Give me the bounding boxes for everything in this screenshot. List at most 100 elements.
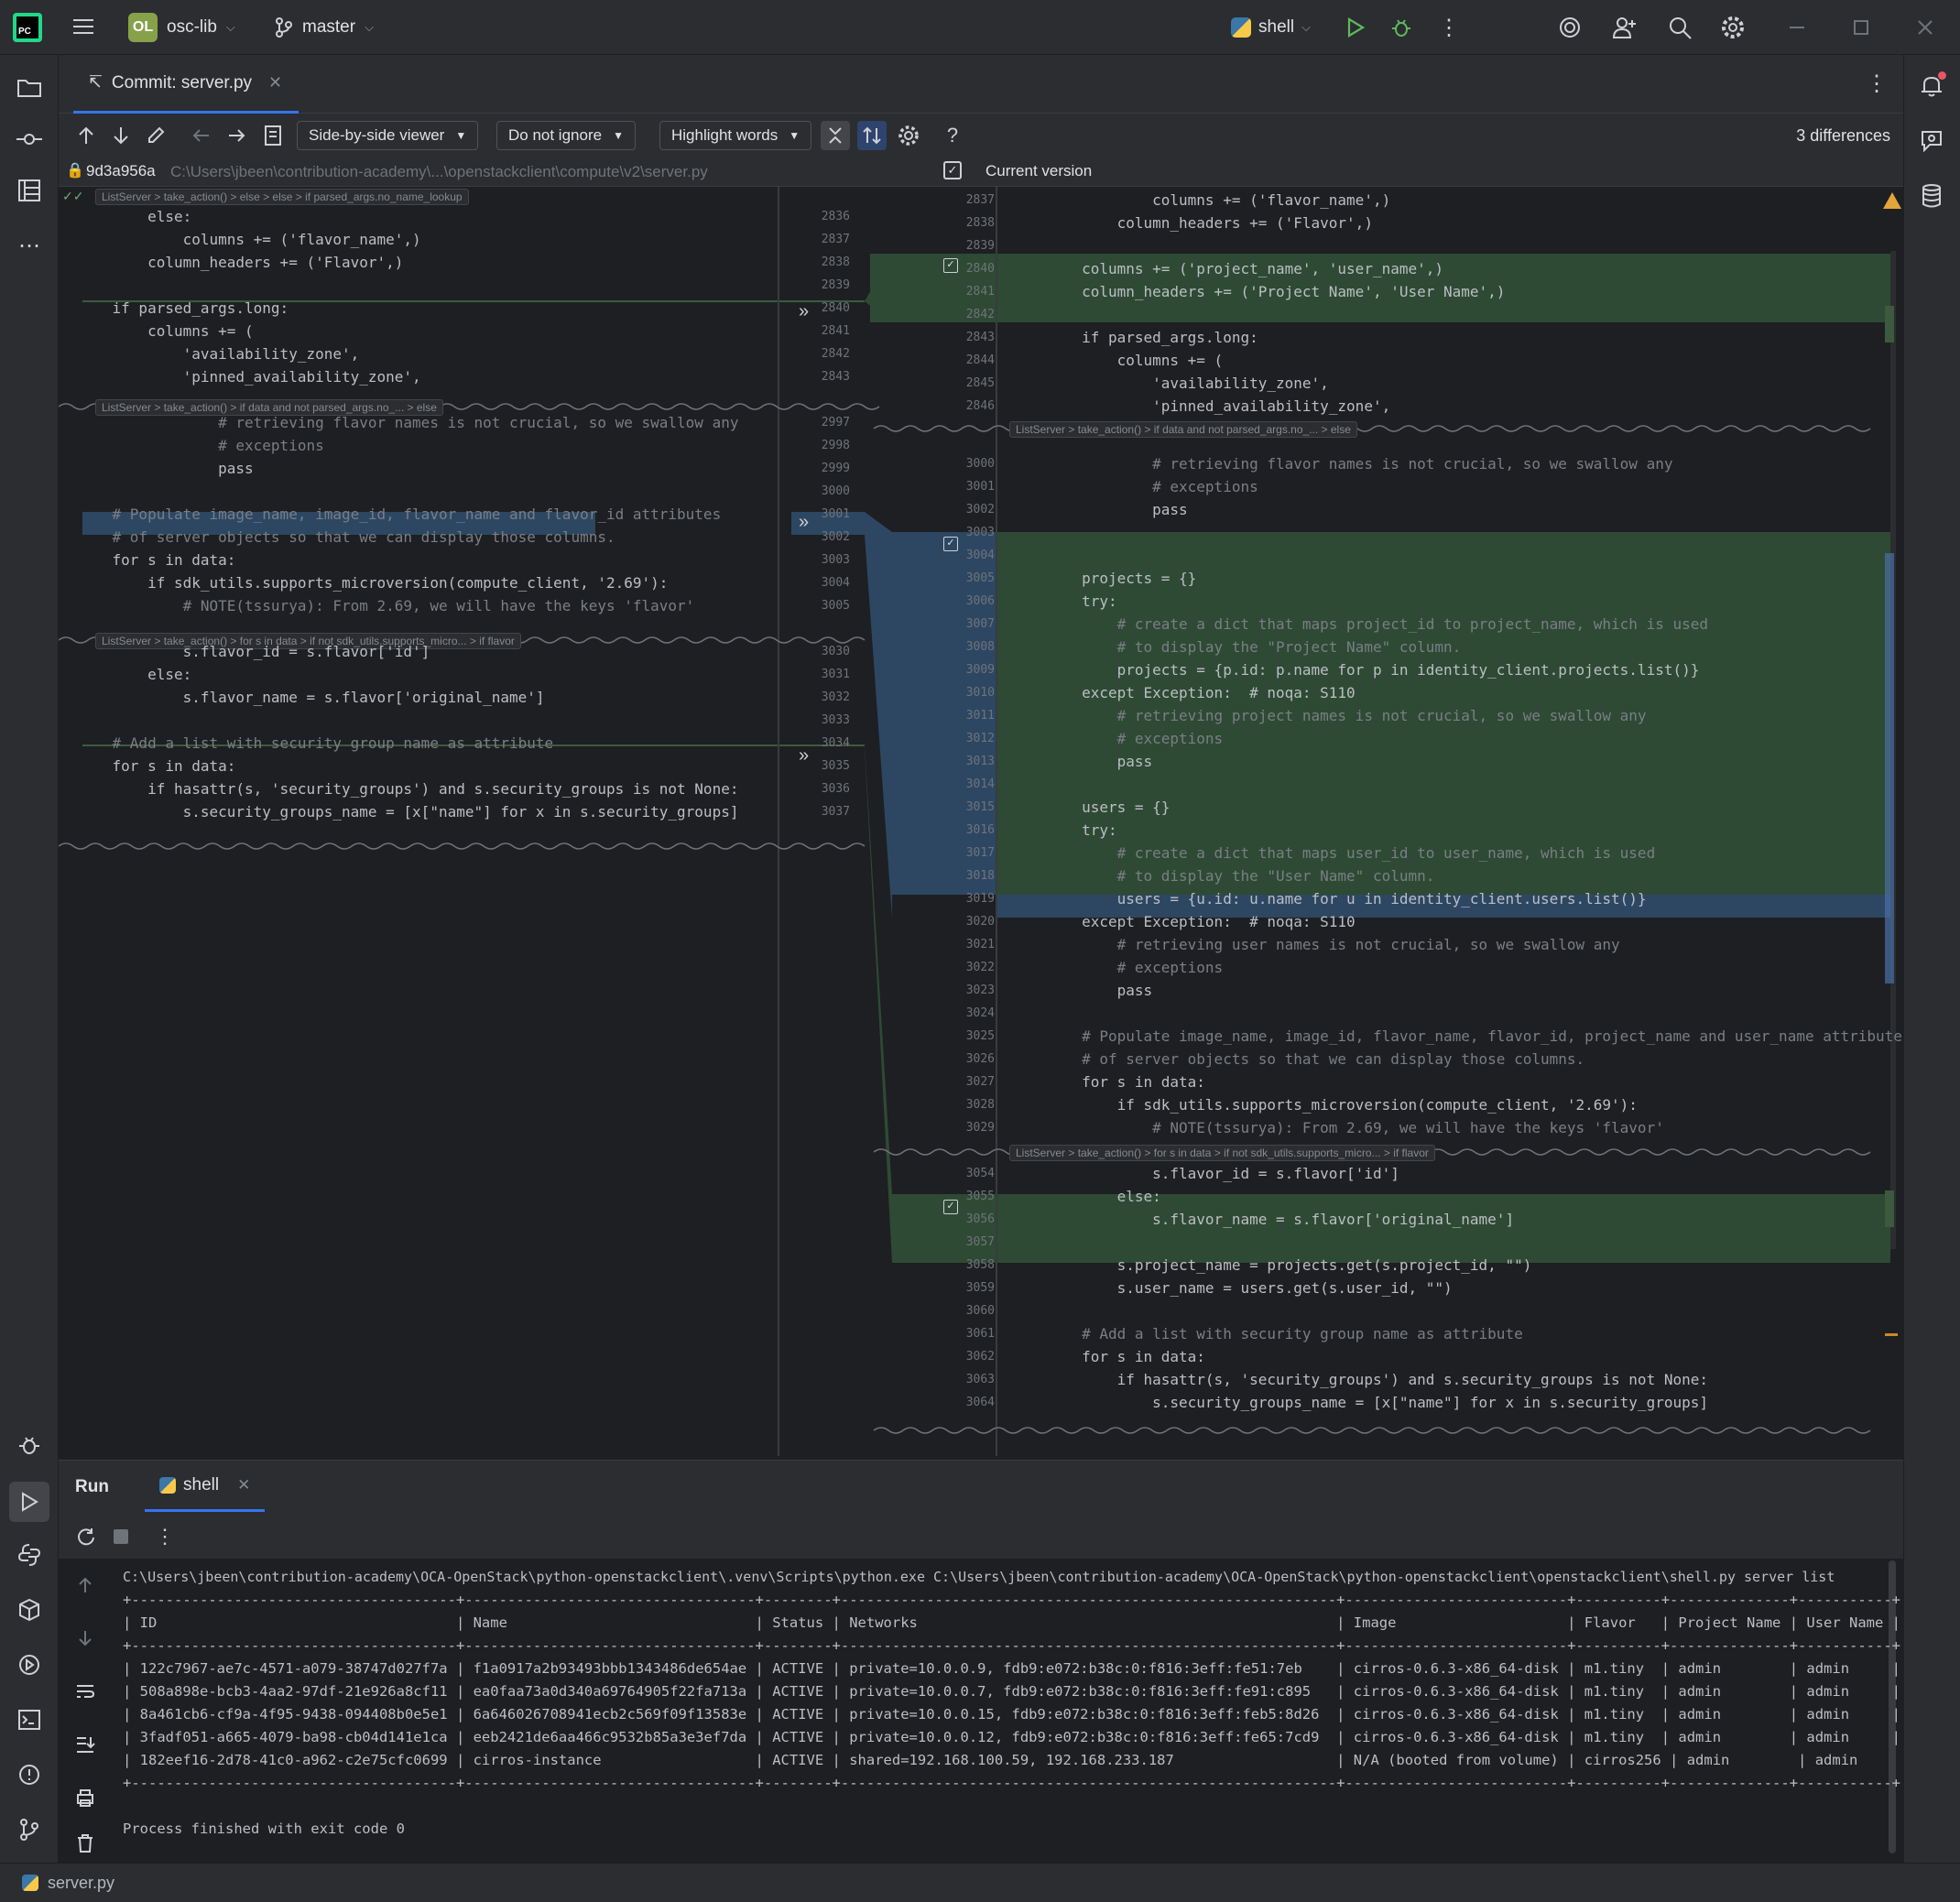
run-tool-window-header: Run shell ✕ xyxy=(59,1460,1903,1515)
right-line-number: 3060 xyxy=(965,1304,995,1318)
back-icon[interactable] xyxy=(187,121,216,150)
right-line-number: 3017 xyxy=(965,846,995,860)
add-user-icon[interactable] xyxy=(1608,11,1641,44)
left-line-number: 3037 xyxy=(821,805,850,819)
tab-more-icon[interactable]: ⋮ xyxy=(1861,68,1892,99)
close-tab-icon[interactable]: ✕ xyxy=(268,73,282,92)
main-menu-icon[interactable] xyxy=(68,11,99,42)
forward-icon[interactable] xyxy=(222,121,251,150)
search-icon[interactable] xyxy=(1663,11,1696,44)
tab-shell[interactable]: shell ✕ xyxy=(145,1461,266,1512)
run-console[interactable]: C:\Users\jbeen\contribution-academy\OCA-… xyxy=(59,1559,1903,1863)
more-vertical-icon[interactable]: ⋮ xyxy=(150,1522,180,1551)
left-code-line: for s in data: xyxy=(77,551,236,569)
next-difference-icon[interactable] xyxy=(106,121,136,150)
left-code-line: s.security_groups_name = [x["name"] for … xyxy=(77,803,739,821)
right-line-number: 3007 xyxy=(965,617,995,631)
right-line-number: 3010 xyxy=(965,686,995,700)
right-line-number: 3055 xyxy=(965,1190,995,1203)
trash-icon[interactable] xyxy=(71,1830,99,1857)
settings-gear-icon[interactable] xyxy=(1716,11,1749,44)
left-code-line: # retrieving flavor names is not crucial… xyxy=(77,414,739,431)
terminal-icon[interactable] xyxy=(13,1703,46,1736)
right-line-number: 3021 xyxy=(965,938,995,951)
soft-wrap-icon[interactable] xyxy=(71,1678,99,1705)
project-switcher[interactable]: OL osc-lib ⌵ xyxy=(128,13,235,42)
project-folder-icon[interactable] xyxy=(13,71,46,104)
close-window-icon[interactable] xyxy=(1909,11,1942,44)
prev-difference-icon[interactable] xyxy=(71,121,101,150)
right-line-number: 2841 xyxy=(965,285,995,299)
right-line-number: 3012 xyxy=(965,732,995,745)
branch-switcher[interactable]: master ⌵ xyxy=(275,13,374,42)
left-code-line: if parsed_args.long: xyxy=(77,299,289,317)
scroll-down-icon[interactable] xyxy=(71,1625,99,1652)
right-line-number: 3057 xyxy=(965,1235,995,1249)
right-code-line: projects = {p.id: p.name for p in identi… xyxy=(1011,661,1700,679)
viewer-mode-dropdown[interactable]: Side-by-side viewer ▼ xyxy=(297,121,479,150)
right-scope-breadcrumb[interactable]: ListServer > take_action() > if data and… xyxy=(1009,421,1357,438)
rerun-icon[interactable] xyxy=(71,1522,101,1551)
right-code-line: # Add a list with security group name as… xyxy=(1011,1325,1523,1342)
structure-icon[interactable] xyxy=(13,174,46,207)
right-code-line: 'availability_zone', xyxy=(1011,375,1329,392)
scroll-to-end-icon[interactable] xyxy=(71,1731,99,1758)
git-icon[interactable] xyxy=(13,1813,46,1846)
collapse-unchanged-icon[interactable] xyxy=(821,121,850,150)
left-scope-breadcrumb[interactable]: ListServer > take_action() > else > else… xyxy=(95,189,469,205)
console-line: | ID | Name | Status | Networks | Image … xyxy=(123,1614,1901,1631)
ai-chat-icon[interactable] xyxy=(1915,125,1948,158)
debug-icon[interactable] xyxy=(1387,13,1416,42)
right-code-line: # create a dict that maps project_id to … xyxy=(1011,615,1708,633)
scroll-up-icon[interactable] xyxy=(71,1571,99,1599)
run-tool-icon[interactable] xyxy=(9,1482,49,1522)
run-title: Run xyxy=(75,1477,109,1496)
right-code-line: # Populate image_name, image_id, flavor_… xyxy=(1011,1027,1903,1045)
left-line-number: 2838 xyxy=(821,255,850,269)
help-icon[interactable]: ? xyxy=(938,121,967,150)
ai-assistant-icon[interactable] xyxy=(1553,11,1586,44)
pycharm-logo-icon[interactable]: PC xyxy=(13,13,42,42)
run-config-selector[interactable]: shell ⌵ xyxy=(1231,13,1311,42)
python-console-icon[interactable] xyxy=(13,1538,46,1571)
dropdown-caret-icon: ▼ xyxy=(789,129,800,142)
show-file-icon[interactable] xyxy=(258,121,288,150)
right-code-line: # retrieving project names is not crucia… xyxy=(1011,707,1647,724)
commit-icon[interactable] xyxy=(13,123,46,156)
python-packages-icon[interactable] xyxy=(13,1593,46,1626)
close-tab-icon[interactable]: ✕ xyxy=(237,1476,250,1494)
right-code-line: s.user_name = users.get(s.user_id, "") xyxy=(1011,1279,1453,1297)
edit-source-icon[interactable] xyxy=(141,121,170,150)
stop-icon[interactable] xyxy=(106,1522,136,1551)
database-icon[interactable] xyxy=(1915,179,1948,212)
left-line-number: 3030 xyxy=(821,645,850,658)
console-line: | 8a461cb6-cf9a-4f95-9438-094408b0e5e1 |… xyxy=(123,1706,1901,1723)
run-icon[interactable] xyxy=(1341,13,1370,42)
whitespace-ignore-dropdown[interactable]: Do not ignore ▼ xyxy=(496,121,636,150)
right-line-number: 3062 xyxy=(965,1350,995,1364)
right-code-line: users = {u.id: u.name for u in identity_… xyxy=(1011,890,1647,908)
minimize-icon[interactable] xyxy=(1780,11,1813,44)
right-line-number: 2839 xyxy=(965,239,995,253)
tab-commit-server-py[interactable]: ↸ Commit: server.py ✕ xyxy=(73,55,299,114)
services-icon[interactable] xyxy=(13,1648,46,1681)
side-by-side-diff[interactable]: » » » ✓ ✓ ✓ ✓✓ ListServer > take_action(… xyxy=(59,187,1903,1456)
right-code-line: # exceptions xyxy=(1011,478,1258,495)
notifications-bell-icon[interactable] xyxy=(1915,70,1948,103)
right-line-number: 3002 xyxy=(965,503,995,516)
debug-tool-icon[interactable] xyxy=(13,1429,46,1462)
highlight-mode-dropdown[interactable]: Highlight words ▼ xyxy=(659,121,812,150)
right-code-line: if sdk_utils.supports_microversion(compu… xyxy=(1011,1096,1638,1114)
problems-icon[interactable] xyxy=(13,1758,46,1791)
more-horizontal-icon[interactable]: ⋯ xyxy=(13,229,46,262)
diff-settings-icon[interactable] xyxy=(894,121,923,150)
left-code-line: s.flavor_name = s.flavor['original_name'… xyxy=(77,689,545,706)
sync-scroll-icon[interactable] xyxy=(857,121,887,150)
print-icon[interactable] xyxy=(71,1784,99,1811)
status-file-name[interactable]: server.py xyxy=(48,1874,114,1893)
right-scope-breadcrumb[interactable]: ListServer > take_action() > for s in da… xyxy=(1009,1145,1435,1161)
left-code-line: # Populate image_name, image_id, flavor_… xyxy=(77,505,722,523)
more-vertical-icon[interactable]: ⋮ xyxy=(1434,13,1464,42)
maximize-icon[interactable] xyxy=(1845,11,1878,44)
current-version-checkbox[interactable]: ✓ xyxy=(943,161,962,179)
